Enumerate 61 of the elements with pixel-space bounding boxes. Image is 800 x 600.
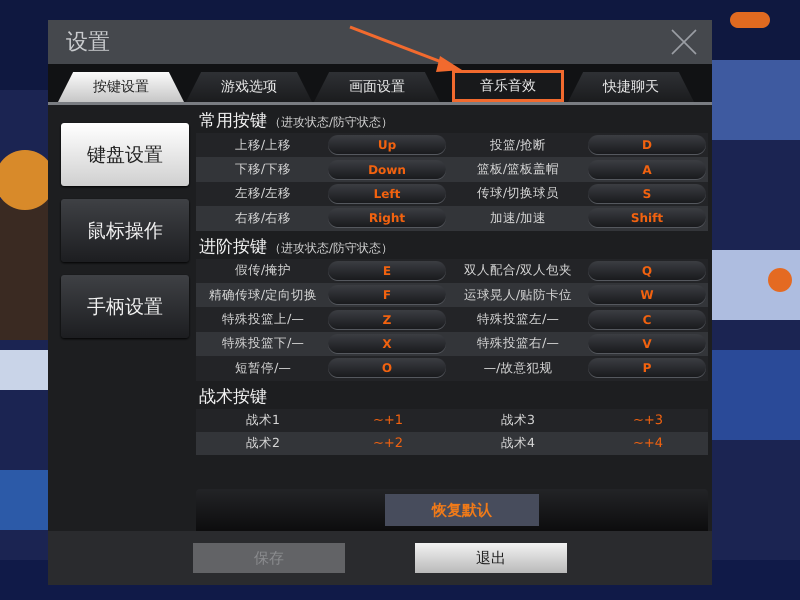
key-binding-button[interactable]: W xyxy=(588,285,706,306)
section-title: 战术按键 xyxy=(199,386,267,408)
action-label: 战术1 xyxy=(245,412,281,429)
key-binding-button[interactable]: Up xyxy=(328,135,446,156)
action-label: 投篮/抢断 xyxy=(488,136,548,154)
action-label: 精确传球/定向切换 xyxy=(208,286,318,304)
action-label: 战术4 xyxy=(500,434,536,452)
key-combo: ~+4 xyxy=(632,436,664,451)
tab[interactable]: 快捷聊天 xyxy=(568,72,694,102)
key-binding-button[interactable]: S xyxy=(588,184,706,204)
window-title: 设置 xyxy=(66,29,110,57)
close-icon[interactable] xyxy=(670,28,698,56)
action-label: 假传/掩护 xyxy=(234,262,292,280)
key-binding-button[interactable]: Z xyxy=(328,310,446,330)
tab[interactable]: 画面设置 xyxy=(314,72,440,102)
sidebar-item[interactable]: 鼠标操作 xyxy=(61,199,189,262)
key-binding-button[interactable]: F xyxy=(328,285,446,306)
action-label: 右移/右移 xyxy=(234,210,292,227)
sidebar-item[interactable]: 键盘设置 xyxy=(61,123,189,186)
key-binding-button[interactable]: O xyxy=(328,358,446,378)
action-label: 传球/切换球员 xyxy=(476,185,560,202)
action-label: 战术3 xyxy=(500,412,536,429)
action-label: 篮板/篮板盖帽 xyxy=(476,161,560,178)
key-binding-button[interactable]: Down xyxy=(328,160,446,180)
tab[interactable]: 音乐音效 xyxy=(452,70,564,102)
action-label: 特殊投篮上/— xyxy=(221,311,305,328)
action-label: 特殊投篮右/— xyxy=(476,335,560,352)
key-binding-button[interactable]: Left xyxy=(328,184,446,204)
section-title: 进阶按键 xyxy=(199,236,267,258)
key-binding-button[interactable]: X xyxy=(328,334,446,354)
action-label: 下移/下移 xyxy=(234,161,292,178)
action-label: 短暂停/— xyxy=(234,360,292,377)
tab[interactable]: 按键设置 xyxy=(58,72,184,102)
key-binding-button[interactable]: C xyxy=(588,310,706,330)
action-label: 双人配合/双人包夹 xyxy=(462,262,574,280)
action-label: 加速/加速 xyxy=(488,210,548,227)
action-label: 上移/上移 xyxy=(234,136,292,154)
section-title: 常用按键 xyxy=(199,110,267,132)
key-binding-button[interactable]: Right xyxy=(328,208,446,228)
section-note: （进攻状态/防守状态） xyxy=(269,114,394,131)
key-combo: ~+1 xyxy=(372,412,404,428)
key-binding-button[interactable]: Q xyxy=(588,260,706,281)
key-combo: ~+3 xyxy=(632,412,664,428)
action-label: 左移/左移 xyxy=(234,185,292,202)
dialog-button[interactable]: 退出 xyxy=(415,543,567,573)
key-binding-button[interactable]: E xyxy=(328,260,446,281)
tab[interactable]: 游戏选项 xyxy=(186,72,312,102)
action-label: 运球晃人/贴防卡位 xyxy=(462,286,574,304)
key-binding-button[interactable]: Shift xyxy=(588,208,706,228)
key-binding-button[interactable]: A xyxy=(588,160,706,180)
action-label: —/故意犯规 xyxy=(482,360,554,377)
key-binding-button[interactable]: D xyxy=(588,135,706,156)
key-binding-button[interactable]: P xyxy=(588,358,706,378)
action-label: 特殊投篮左/— xyxy=(476,311,560,328)
key-binding-button[interactable]: V xyxy=(588,334,706,354)
sidebar-item[interactable]: 手柄设置 xyxy=(61,275,189,338)
key-combo: ~+2 xyxy=(372,436,404,451)
restore-defaults-button[interactable]: 恢复默认 xyxy=(385,494,539,526)
action-label: 战术2 xyxy=(245,434,281,452)
section-note: （进攻状态/防守状态） xyxy=(269,240,394,257)
action-label: 特殊投篮下/— xyxy=(221,335,305,352)
